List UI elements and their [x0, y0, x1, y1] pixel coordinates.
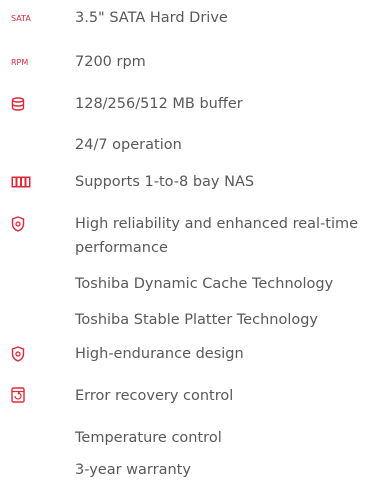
nas-bays-icon: [11, 173, 37, 191]
error-recovery-icon: [11, 386, 37, 404]
database-icon-svg: [11, 97, 25, 111]
feature-label: 3-year warranty: [75, 462, 191, 478]
feature-label: Error recovery control: [75, 388, 234, 404]
feature-label: High reliability and enhanced real-time …: [75, 216, 359, 256]
feature-label: Supports 1-to-8 bay NAS: [75, 174, 255, 190]
rpm-icon: RPM: [11, 58, 29, 67]
feature-label: Temperature control: [75, 430, 222, 446]
feature-label: High-endurance design: [75, 346, 244, 362]
error-recovery-icon-svg: [11, 387, 25, 403]
feature-label: 3.5" SATA Hard Drive: [75, 10, 228, 26]
shield-icon: [11, 215, 37, 233]
shield-icon-svg: [11, 346, 25, 362]
feature-label: 7200 rpm: [75, 54, 146, 70]
database-icon: [11, 95, 37, 113]
feature-label: 128/256/512 MB buffer: [75, 96, 243, 112]
sata-icon: SATA: [11, 14, 31, 23]
nas-bays-icon-svg: [11, 176, 31, 188]
feature-label: Toshiba Dynamic Cache Technology: [75, 276, 334, 292]
shield-icon: [11, 345, 37, 363]
shield-icon-svg: [11, 216, 25, 232]
feature-label: Toshiba Stable Platter Technology: [75, 312, 319, 328]
feature-label: 24/7 operation: [75, 137, 182, 153]
